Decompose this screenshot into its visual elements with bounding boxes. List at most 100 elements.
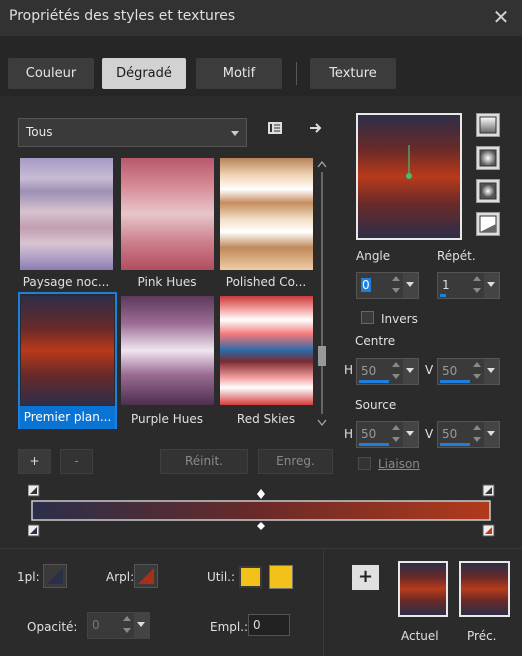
repeat-slider-fill bbox=[440, 294, 446, 297]
gradient-thumb-red-skies[interactable] bbox=[220, 296, 313, 405]
gradient-caption-selected[interactable]: Premier plan... bbox=[20, 406, 115, 429]
arrow-right-icon[interactable] bbox=[309, 121, 323, 135]
spin-up-icon[interactable] bbox=[123, 616, 131, 621]
tab-texture[interactable]: Texture bbox=[310, 58, 396, 89]
chevron-down-icon[interactable] bbox=[484, 359, 499, 384]
spin-up-icon[interactable] bbox=[392, 425, 400, 430]
spin-down-icon[interactable] bbox=[473, 374, 481, 379]
location-label: Empl.: bbox=[210, 620, 249, 634]
invert-checkbox[interactable] bbox=[361, 311, 374, 324]
gradient-caption[interactable]: Purple Hues bbox=[119, 408, 215, 431]
foreground-swatch[interactable] bbox=[43, 564, 67, 588]
bottom-divider bbox=[323, 549, 324, 656]
center-h-value: 50 bbox=[361, 364, 377, 378]
center-v-value: 50 bbox=[442, 364, 458, 378]
gradient-caption[interactable]: Pink Hues bbox=[119, 271, 215, 294]
spin-up-icon[interactable] bbox=[473, 362, 481, 367]
angle-value: 0 bbox=[361, 278, 371, 292]
center-v-spinbox[interactable]: 50 bbox=[437, 358, 500, 385]
add-to-library-button[interactable]: + bbox=[352, 565, 379, 590]
gradient-thumb-polished-copper[interactable] bbox=[220, 158, 313, 270]
category-dropdown[interactable]: Tous bbox=[18, 118, 247, 147]
gallery-scrollbar[interactable] bbox=[316, 158, 328, 428]
chevron-down-icon[interactable] bbox=[484, 422, 499, 447]
linear-gradient-style-icon[interactable] bbox=[476, 113, 500, 137]
rectangular-gradient-style-icon[interactable] bbox=[476, 146, 500, 170]
center-v-label: V bbox=[425, 363, 434, 377]
link-checkbox[interactable] bbox=[358, 457, 371, 470]
foreground-label: 1pl: bbox=[17, 570, 40, 584]
center-h-slider-fill bbox=[359, 380, 389, 383]
source-h-slider-fill bbox=[359, 443, 389, 446]
source-v-slider-fill bbox=[440, 443, 470, 446]
link-label: Liaison bbox=[378, 457, 420, 471]
tab-couleur[interactable]: Couleur bbox=[8, 58, 94, 89]
use-color-swatch-alt[interactable] bbox=[269, 565, 293, 589]
chevron-down-icon[interactable] bbox=[403, 359, 418, 384]
center-label: Centre bbox=[355, 334, 396, 348]
spin-down-icon[interactable] bbox=[392, 288, 400, 293]
spin-up-icon[interactable] bbox=[392, 276, 400, 281]
current-label: Actuel bbox=[401, 629, 439, 643]
source-v-spinbox[interactable]: 50 bbox=[437, 421, 500, 448]
background-swatch[interactable] bbox=[134, 564, 158, 588]
source-h-label: H bbox=[344, 427, 354, 441]
gradient-thumb-pink-hues[interactable] bbox=[121, 158, 214, 270]
gradient-preview[interactable] bbox=[356, 113, 462, 240]
chevron-down-icon bbox=[231, 131, 239, 136]
reset-button[interactable]: Réinit. bbox=[160, 449, 248, 474]
remove-gradient-button[interactable]: - bbox=[60, 449, 93, 474]
angle-label: Angle bbox=[356, 249, 391, 263]
gradient-thumb-purple-hues[interactable] bbox=[121, 296, 214, 405]
center-h-label: H bbox=[344, 363, 354, 377]
previous-label: Préc. bbox=[467, 629, 497, 643]
current-gradient-swatch[interactable] bbox=[398, 561, 448, 617]
library-icon[interactable] bbox=[267, 121, 283, 135]
source-h-value: 50 bbox=[361, 427, 377, 441]
tab-degrade[interactable]: Dégradé bbox=[102, 58, 186, 89]
tab-motif[interactable]: Motif bbox=[196, 58, 282, 89]
spin-up-icon[interactable] bbox=[473, 425, 481, 430]
window-title: Propriétés des styles et textures bbox=[9, 8, 236, 24]
center-h-spinbox[interactable]: 50 bbox=[356, 358, 419, 385]
source-h-spinbox[interactable]: 50 bbox=[356, 421, 419, 448]
spin-down-icon[interactable] bbox=[473, 437, 481, 442]
spin-down-icon[interactable] bbox=[392, 374, 400, 379]
repeat-label: Répét. bbox=[437, 249, 476, 263]
spin-up-icon[interactable] bbox=[473, 276, 481, 281]
source-label: Source bbox=[355, 398, 397, 412]
chevron-down-icon[interactable] bbox=[403, 273, 418, 298]
save-button[interactable]: Enreg. bbox=[258, 449, 333, 474]
source-v-label: V bbox=[425, 427, 434, 441]
opacity-label: Opacité: bbox=[27, 620, 78, 634]
spin-down-icon[interactable] bbox=[392, 437, 400, 442]
source-v-value: 50 bbox=[442, 427, 458, 441]
center-v-slider-fill bbox=[440, 380, 470, 383]
chevron-down-icon[interactable] bbox=[134, 613, 149, 638]
gradient-editor[interactable] bbox=[27, 484, 498, 539]
use-label: Util.: bbox=[207, 570, 236, 584]
close-button[interactable]: ✕ bbox=[488, 4, 514, 30]
use-color-swatch[interactable] bbox=[239, 566, 262, 588]
spin-down-icon[interactable] bbox=[123, 628, 131, 633]
spin-up-icon[interactable] bbox=[392, 362, 400, 367]
gradient-caption[interactable]: Paysage noc... bbox=[18, 271, 114, 294]
repeat-spinbox[interactable]: 1 bbox=[437, 272, 500, 299]
chevron-down-icon[interactable] bbox=[484, 273, 499, 298]
gradient-thumb-paysage[interactable] bbox=[20, 158, 113, 270]
gradient-caption[interactable]: Polished Co... bbox=[218, 271, 314, 294]
opacity-spinbox[interactable]: 0 bbox=[87, 612, 150, 639]
background-label: Arpl: bbox=[106, 570, 135, 584]
radial-gradient-style-icon[interactable] bbox=[476, 179, 500, 203]
angle-spinbox[interactable]: 0 bbox=[356, 272, 419, 299]
add-gradient-button[interactable]: + bbox=[18, 449, 51, 474]
chevron-down-icon[interactable] bbox=[403, 422, 418, 447]
spin-down-icon[interactable] bbox=[473, 288, 481, 293]
previous-gradient-swatch[interactable] bbox=[459, 561, 510, 617]
repeat-value: 1 bbox=[442, 278, 450, 292]
gradient-thumb-premier-plan[interactable] bbox=[21, 296, 114, 405]
gradient-caption[interactable]: Red Skies bbox=[218, 408, 314, 431]
location-input[interactable]: 0 bbox=[248, 614, 290, 636]
category-selected: Tous bbox=[26, 125, 53, 139]
sunburst-gradient-style-icon[interactable] bbox=[476, 212, 500, 236]
